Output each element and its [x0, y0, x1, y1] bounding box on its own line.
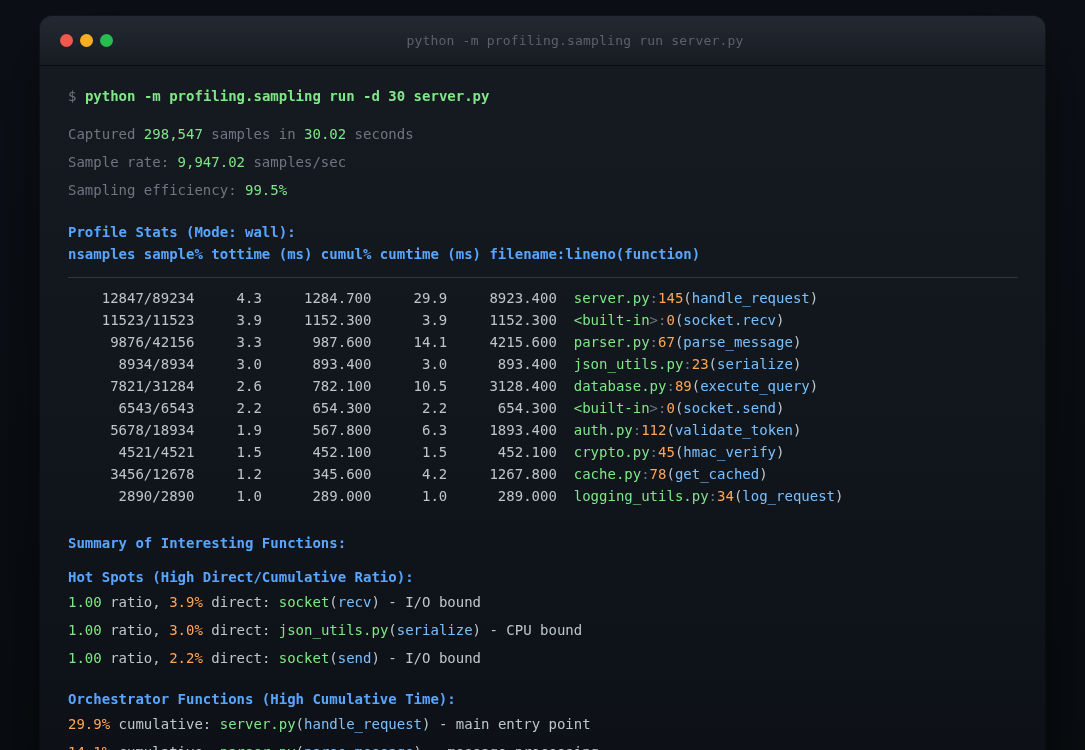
- terminal-window: python -m profiling.sampling run server.…: [40, 16, 1045, 750]
- stats-divider: [68, 277, 1018, 278]
- close-button[interactable]: [60, 34, 73, 47]
- titlebar: python -m profiling.sampling run server.…: [40, 16, 1045, 66]
- summary-title: Summary of Interesting Functions:: [68, 532, 1018, 554]
- captured-line: Captured 298,547 samples in 30.02 second…: [68, 123, 1018, 145]
- stats-row: 4521/4521 1.5 452.100 1.5 452.100 crypto…: [68, 441, 1018, 463]
- stats-row: 12847/89234 4.3 1284.700 29.9 8923.400 s…: [68, 287, 1018, 309]
- stats-rows: 12847/89234 4.3 1284.700 29.9 8923.400 s…: [68, 287, 1018, 507]
- orchestrators-title: Orchestrator Functions (High Cumulative …: [68, 688, 1018, 710]
- orchestrator-line: 29.9% cumulative: server.py(handle_reque…: [68, 713, 1018, 735]
- traffic-lights: [60, 34, 113, 47]
- stats-row: 8934/8934 3.0 893.400 3.0 893.400 json_u…: [68, 353, 1018, 375]
- hotspot-line: 1.00 ratio, 2.2% direct: socket(send) - …: [68, 647, 1018, 669]
- efficiency-line: Sampling efficiency: 99.5%: [68, 179, 1018, 201]
- efficiency-value: 99.5%: [245, 182, 287, 198]
- hotspots-title: Hot Spots (High Direct/Cumulative Ratio)…: [68, 566, 1018, 588]
- sample-rate-value: 9,947.02: [178, 154, 245, 170]
- hotspot-line: 1.00 ratio, 3.9% direct: socket(recv) - …: [68, 591, 1018, 613]
- zoom-button[interactable]: [100, 34, 113, 47]
- capture-seconds: 30.02: [304, 126, 346, 142]
- stats-row: 6543/6543 2.2 654.300 2.2 654.300 <built…: [68, 397, 1018, 419]
- hotspot-line: 1.00 ratio, 3.0% direct: json_utils.py(s…: [68, 619, 1018, 641]
- stats-columns-header: nsamples sample% tottime (ms) cumul% cum…: [68, 243, 1018, 265]
- window-title: python -m profiling.sampling run server.…: [113, 33, 1037, 48]
- stats-row: 9876/42156 3.3 987.600 14.1 4215.600 par…: [68, 331, 1018, 353]
- command-line: $ python -m profiling.sampling run -d 30…: [68, 85, 1018, 107]
- stats-row: 3456/12678 1.2 345.600 4.2 1267.800 cach…: [68, 463, 1018, 485]
- sample-rate-line: Sample rate: 9,947.02 samples/sec: [68, 151, 1018, 173]
- terminal-content: $ python -m profiling.sampling run -d 30…: [40, 66, 1045, 750]
- stats-title: Profile Stats (Mode: wall):: [68, 221, 1018, 243]
- stats-row: 11523/11523 3.9 1152.300 3.9 1152.300 <b…: [68, 309, 1018, 331]
- samples-count: 298,547: [144, 126, 203, 142]
- orchestrator-lines: 29.9% cumulative: server.py(handle_reque…: [68, 713, 1018, 750]
- stats-row: 2890/2890 1.0 289.000 1.0 289.000 loggin…: [68, 485, 1018, 507]
- minimize-button[interactable]: [80, 34, 93, 47]
- hotspot-lines: 1.00 ratio, 3.9% direct: socket(recv) - …: [68, 591, 1018, 669]
- stats-row: 5678/18934 1.9 567.800 6.3 1893.400 auth…: [68, 419, 1018, 441]
- orchestrator-line: 14.1% cumulative: parser.py(parse_messag…: [68, 741, 1018, 750]
- stats-row: 7821/31284 2.6 782.100 10.5 3128.400 dat…: [68, 375, 1018, 397]
- command-text: python -m profiling.sampling run -d 30 s…: [85, 88, 490, 104]
